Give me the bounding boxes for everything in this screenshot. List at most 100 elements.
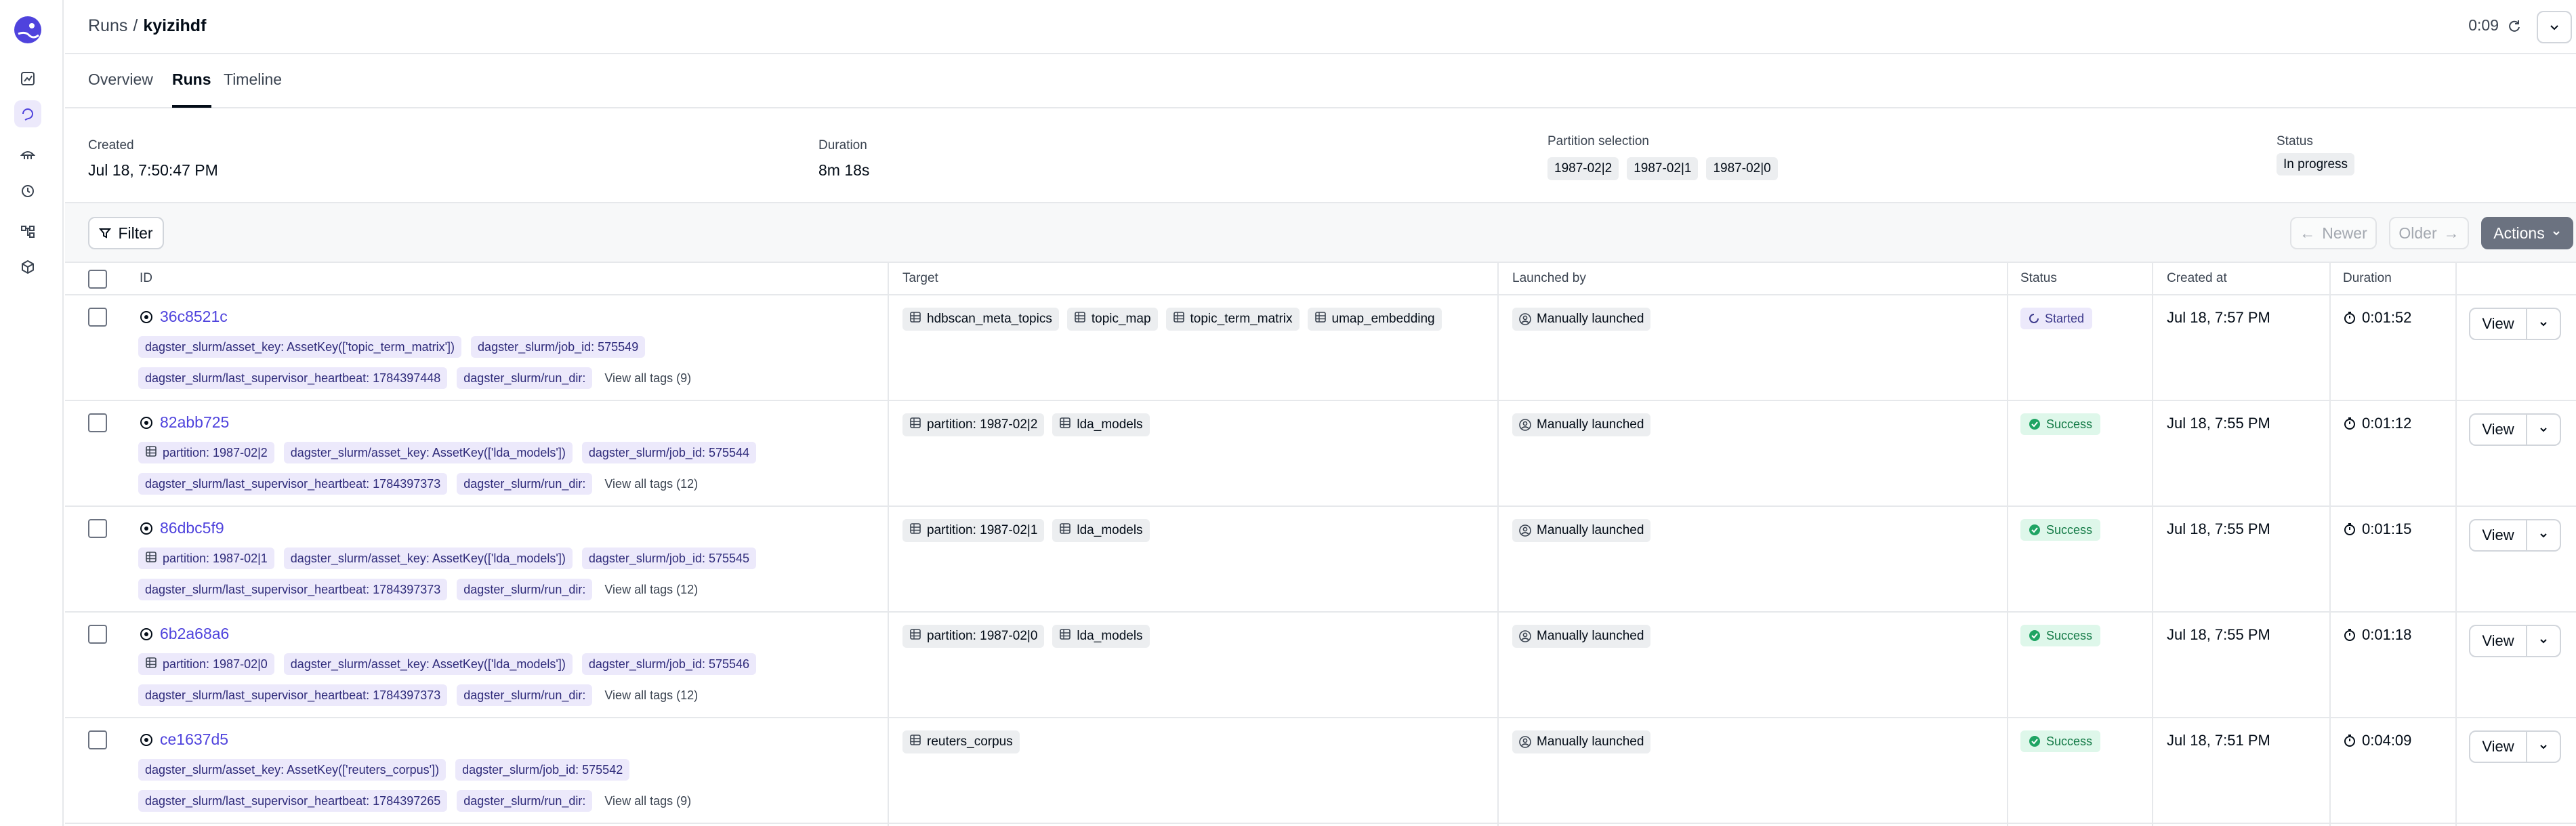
view-menu-button[interactable] [2527,308,2561,340]
run-tag[interactable]: dagster_slurm/asset_key: AssetKey(['reut… [138,759,446,781]
row-checkbox[interactable] [88,730,107,749]
target-chip[interactable]: lda_models [1052,413,1150,436]
target-chip[interactable]: lda_models [1052,519,1150,542]
row-checkbox[interactable] [88,519,107,538]
run-tag[interactable]: dagster_slurm/run_dir: [457,684,593,706]
run-tag[interactable]: dagster_slurm/job_id: 575544 [581,442,757,463]
tab-timeline[interactable]: Timeline [224,70,282,105]
col-header-id: ID [140,271,152,285]
view-button[interactable]: View [2469,519,2527,552]
view-button[interactable]: View [2469,308,2527,340]
view-button[interactable]: View [2469,413,2527,446]
run-id-link[interactable]: 36c8521c [140,308,228,326]
row-checkbox[interactable] [88,625,107,644]
run-id-link[interactable]: ce1637d5 [140,730,228,749]
run-tag[interactable]: dagster_slurm/last_supervisor_heartbeat:… [138,579,448,600]
target-chip[interactable]: partition: 1987-02|0 [902,625,1045,648]
target-chip[interactable]: umap_embedding [1307,308,1442,331]
run-tag[interactable]: dagster_slurm/asset_key: AssetKey(['lda_… [283,442,573,463]
view-menu-button[interactable] [2527,413,2561,446]
run-tag[interactable]: dagster_slurm/job_id: 575545 [581,548,757,569]
partition-icon [145,445,157,461]
created-at[interactable]: Jul 18, 7:55 PM [2167,626,2270,644]
filter-button[interactable]: Filter [88,217,164,249]
target-chip[interactable]: lda_models [1052,625,1150,648]
run-duration: 0:01:18 [2343,626,2411,644]
run-tag[interactable]: dagster_slurm/run_dir: [457,367,593,389]
view-menu-button[interactable] [2527,519,2561,552]
run-tag[interactable]: dagster_slurm/last_supervisor_heartbeat:… [138,367,448,389]
overview-icon[interactable] [14,65,41,92]
refresh-timer[interactable]: 0:09 [2468,16,2522,35]
asset-icon [1059,417,1071,433]
view-all-tags-link[interactable]: View all tags (9) [602,790,698,812]
partition-chip[interactable]: 1987-02|1 [1627,157,1699,180]
assets-icon[interactable] [14,141,41,168]
run-id-link[interactable]: 82abb725 [140,413,229,432]
older-button[interactable]: Older → [2389,217,2469,249]
partition-tag[interactable]: partition: 1987-02|2 [138,442,274,463]
target-chip[interactable]: partition: 1987-02|1 [902,519,1045,542]
run-status-dot-icon [140,310,152,323]
asset-icon [1059,522,1071,539]
run-id-link[interactable]: 86dbc5f9 [140,519,224,537]
tab-runs[interactable]: Runs [172,70,211,108]
actions-button[interactable]: Actions [2481,217,2573,249]
run-tag[interactable]: dagster_slurm/asset_key: AssetKey(['topi… [138,336,462,358]
run-tag[interactable]: dagster_slurm/last_supervisor_heartbeat:… [138,790,448,812]
select-all-checkbox[interactable] [88,270,107,289]
row-checkbox[interactable] [88,308,107,327]
run-tag[interactable]: dagster_slurm/last_supervisor_heartbeat:… [138,684,448,706]
stopwatch-icon [2344,312,2355,324]
run-tag[interactable]: dagster_slurm/job_id: 575546 [581,653,757,675]
target-chip[interactable]: reuters_corpus [902,730,1020,753]
created-at[interactable]: Jul 18, 7:55 PM [2167,520,2270,538]
status-badge: In progress [2277,153,2355,175]
view-all-tags-link[interactable]: View all tags (9) [602,367,698,389]
partition-tag[interactable]: partition: 1987-02|0 [138,653,274,675]
run-tag[interactable]: dagster_slurm/asset_key: AssetKey(['lda_… [283,653,573,675]
run-tag[interactable]: dagster_slurm/job_id: 575542 [455,759,630,781]
schedules-icon[interactable] [14,178,41,205]
chevron-down-icon [2540,322,2547,327]
run-targets: hdbscan_meta_topics topic_map topic_term_m… [902,308,1492,331]
run-tag[interactable]: dagster_slurm/job_id: 575549 [471,336,646,358]
run-id-link[interactable]: 6b2a68a6 [140,625,229,643]
target-chip[interactable]: topic_term_matrix [1165,308,1300,331]
view-all-tags-link[interactable]: View all tags (12) [602,684,705,706]
page-header: Runs / kyizihdf 0:09 [65,0,2576,54]
created-at[interactable]: Jul 18, 7:51 PM [2167,732,2270,749]
run-tag[interactable]: dagster_slurm/asset_key: AssetKey(['lda_… [283,548,573,569]
view-all-tags-link[interactable]: View all tags (12) [602,473,705,495]
run-tag[interactable]: dagster_slurm/last_supervisor_heartbeat:… [138,473,448,495]
created-at[interactable]: Jul 18, 7:57 PM [2167,309,2270,327]
runs-icon[interactable] [14,100,41,127]
view-menu-button[interactable] [2527,625,2561,657]
run-tag[interactable]: dagster_slurm/run_dir: [457,473,593,495]
run-tag[interactable]: dagster_slurm/run_dir: [457,790,593,812]
header-menu-button[interactable] [2537,11,2572,43]
duration-label: Duration [818,138,867,152]
tab-overview[interactable]: Overview [88,70,153,105]
partition-chip[interactable]: 1987-02|0 [1706,157,1778,180]
newer-button[interactable]: ← Newer [2290,217,2377,249]
breadcrumb-runs-link[interactable]: Runs [88,16,127,36]
target-chip[interactable]: partition: 1987-02|2 [902,413,1045,436]
run-duration: 0:04:09 [2343,732,2411,749]
view-menu-button[interactable] [2527,730,2561,763]
row-checkbox[interactable] [88,413,107,432]
partition-tag[interactable]: partition: 1987-02|1 [138,548,274,569]
run-tag[interactable]: dagster_slurm/run_dir: [457,579,593,600]
view-button[interactable]: View [2469,730,2527,763]
dagster-logo-icon[interactable] [13,15,43,45]
view-button[interactable]: View [2469,625,2527,657]
created-at[interactable]: Jul 18, 7:55 PM [2167,415,2270,432]
partition-chip[interactable]: 1987-02|2 [1547,157,1619,180]
view-all-tags-link[interactable]: View all tags (12) [602,579,705,600]
target-chip[interactable]: topic_map [1066,308,1158,331]
refresh-icon[interactable] [2507,18,2522,33]
deployment-icon[interactable] [14,253,41,281]
lineage-icon[interactable] [14,218,41,245]
target-chip[interactable]: hdbscan_meta_topics [902,308,1059,331]
run-status-dot-icon [140,522,152,535]
